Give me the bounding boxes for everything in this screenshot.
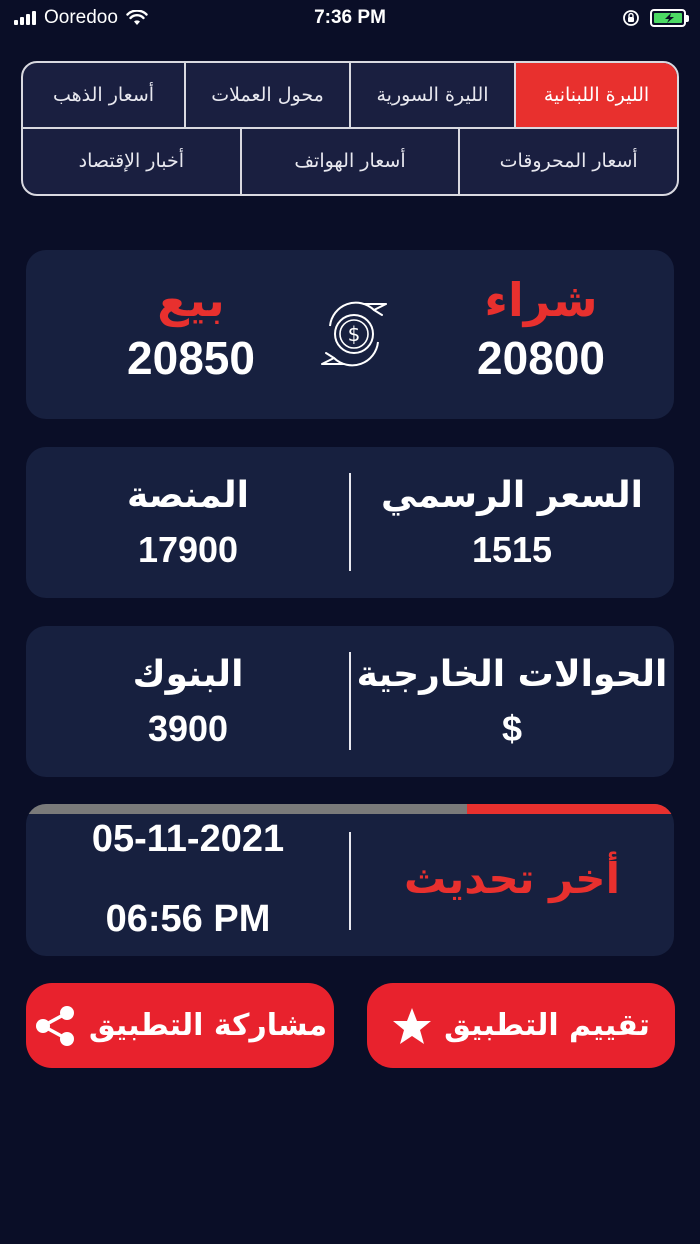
- sell-rate: بيع 20850: [66, 250, 316, 419]
- sell-value: 20850: [127, 332, 255, 384]
- category-tabs: الليرة اللبنانية الليرة السورية محول الع…: [21, 61, 679, 196]
- last-update-card: أخر تحديث 05-11-2021 06:56 PM: [26, 804, 674, 956]
- tab-lebanese-pound[interactable]: الليرة اللبنانية: [514, 63, 677, 127]
- star-icon: [393, 1007, 432, 1044]
- buy-rate: شراء 20800: [416, 250, 666, 419]
- foreign-transfers: الحوالات الخارجية $: [350, 626, 674, 777]
- transfers-card: الحوالات الخارجية $ البنوك 3900: [26, 626, 674, 777]
- official-rate-label: السعر الرسمي: [381, 474, 643, 516]
- signal-icon: [14, 11, 36, 25]
- share-icon: [35, 1005, 74, 1046]
- foreign-transfers-label: الحوالات الخارجية: [356, 653, 668, 695]
- buy-value: 20800: [477, 332, 605, 384]
- rate-app-label: تقييم التطبيق: [444, 1008, 650, 1043]
- tab-economy-news[interactable]: أخبار الإقتصاد: [23, 129, 240, 195]
- platform-rate: المنصة 17900: [26, 447, 350, 598]
- official-rate-value: 1515: [471, 528, 553, 570]
- last-update-date: 05-11-2021: [91, 818, 285, 860]
- status-left: Ooredoo: [14, 7, 148, 29]
- share-app-label: مشاركة التطبيق: [88, 1008, 328, 1043]
- banks-value: 3900: [147, 707, 229, 749]
- platform-rate-value: 17900: [137, 528, 239, 570]
- rate-app-button[interactable]: تقييم التطبيق: [367, 983, 675, 1068]
- orientation-lock-icon: [623, 10, 639, 26]
- tab-syrian-pound[interactable]: الليرة السورية: [349, 63, 514, 127]
- exchange-rate-card: شراء 20800 $ بيع 20850: [26, 250, 674, 419]
- last-update-label: أخر تحديث: [404, 854, 620, 903]
- sell-label: بيع: [157, 273, 225, 327]
- tab-gold-prices[interactable]: أسعار الذهب: [23, 63, 184, 127]
- tab-fuel-prices[interactable]: أسعار المحروقات: [458, 128, 677, 194]
- banks-rate: البنوك 3900: [26, 626, 350, 777]
- carrier-name: Ooredoo: [44, 7, 118, 28]
- last-update-time: 06:56 PM: [105, 898, 271, 940]
- update-progress-fill: [466, 804, 674, 814]
- update-progress-bar: [26, 804, 674, 814]
- banks-label: البنوك: [132, 653, 244, 695]
- tab-row-bottom: أسعار المحروقات أسعار الهواتف أخبار الإق…: [23, 128, 677, 195]
- wifi-icon: [126, 10, 148, 25]
- svg-text:$: $: [348, 322, 361, 346]
- foreign-transfers-value: $: [501, 707, 523, 749]
- official-rate-card: السعر الرسمي 1515 المنصة 17900: [26, 447, 674, 598]
- status-right: [622, 9, 689, 27]
- official-rate: السعر الرسمي 1515: [350, 447, 674, 598]
- share-app-button[interactable]: مشاركة التطبيق: [26, 983, 334, 1068]
- tab-row-top: الليرة اللبنانية الليرة السورية محول الع…: [23, 63, 677, 129]
- tab-phone-prices[interactable]: أسعار الهواتف: [239, 128, 459, 194]
- buy-label: شراء: [484, 273, 598, 327]
- tab-currency-converter[interactable]: محول العملات: [184, 63, 349, 127]
- status-bar: Ooredoo 7:36 PM: [0, 0, 700, 36]
- dollar-exchange-icon: $: [321, 301, 387, 367]
- platform-rate-label: المنصة: [127, 474, 249, 516]
- battery-icon: [650, 9, 689, 27]
